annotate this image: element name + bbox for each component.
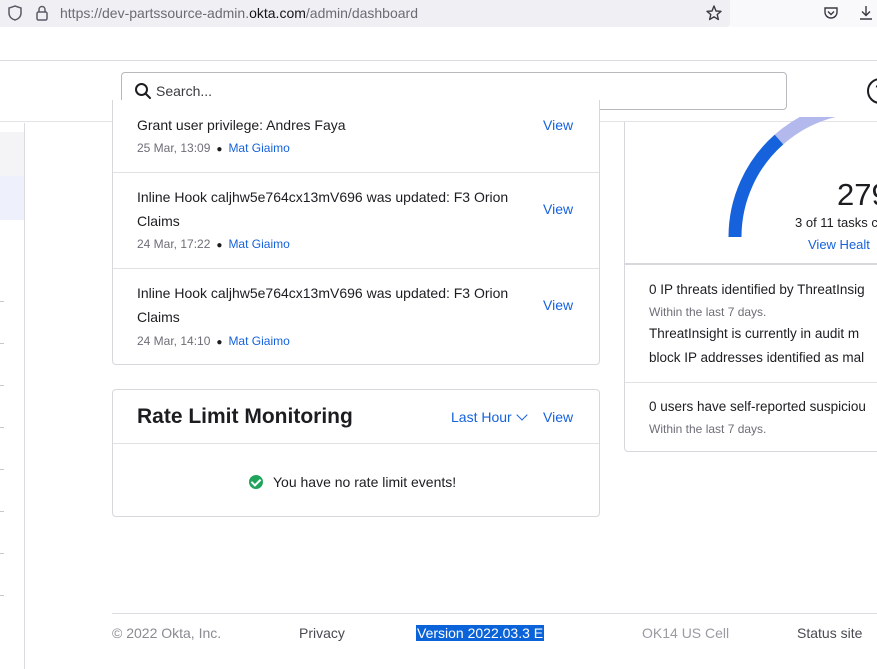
event-row: Inline Hook caljhw5e764cx13mV696 was upd… (113, 268, 599, 364)
url-text[interactable]: https://dev-partssource-admin.okta.com/a… (60, 5, 418, 21)
bookmark-star-icon[interactable] (705, 4, 723, 22)
divider (113, 443, 599, 444)
ip-threats-body-line: block IP addresses identified as mal (649, 350, 865, 365)
event-title: Inline Hook caljhw5e764cx13mV696 was upd… (137, 285, 509, 325)
sidebar-marker (0, 469, 4, 470)
empty-state: You have no rate limit events! (249, 473, 456, 490)
event-row: Inline Hook caljhw5e764cx13mV696 was upd… (113, 172, 599, 268)
chevron-down-icon (516, 409, 528, 421)
event-view-link[interactable]: View (543, 117, 573, 133)
view-health-link[interactable]: View Healt (808, 237, 870, 252)
rate-limit-card: Rate Limit Monitoring Last Hour View You… (112, 389, 600, 517)
ip-threats-subtitle: Within the last 7 days. (649, 305, 767, 319)
browser-toolbar: https://dev-partssource-admin.okta.com/a… (0, 0, 877, 27)
ip-threats-title: 0 IP threats identified by ThreatInsig (649, 282, 865, 297)
sidebar-marker (0, 301, 4, 302)
suspicious-users-subtitle: Within the last 7 days. (649, 422, 767, 436)
rate-limit-title: Rate Limit Monitoring (137, 405, 353, 428)
event-time: 24 Mar, 17:22 (137, 237, 211, 251)
suspicious-users-title: 0 users have self-reported suspiciou (649, 399, 866, 414)
sidebar (0, 123, 25, 669)
event-row: Grant user privilege: Andres Faya 25 Mar… (113, 100, 599, 173)
event-time: 25 Mar, 13:09 (137, 141, 211, 155)
footer: © 2022 Okta, Inc. Privacy Version 2022.0… (112, 613, 877, 653)
sidebar-marker (0, 427, 4, 428)
ip-threats-section: 0 IP threats identified by ThreatInsig W… (625, 265, 877, 383)
system-log-card: Grant user privilege: Andres Faya 25 Mar… (112, 100, 600, 365)
event-actor-link[interactable]: Mat Giaimo (228, 237, 289, 251)
pocket-icon[interactable] (822, 4, 840, 22)
url-prefix: https://dev-partssource-admin. (60, 5, 250, 21)
health-tasks: 3 of 11 tasks c (795, 215, 877, 230)
sidebar-item[interactable] (0, 132, 24, 176)
event-meta: 24 Mar, 17:22 ● Mat Giaimo (137, 237, 290, 251)
lock-icon[interactable] (33, 4, 51, 22)
footer-version: Version 2022.03.3 E (416, 625, 545, 641)
footer-cell: OK14 US Cell (642, 625, 730, 641)
footer-status-link[interactable]: Status site (797, 625, 862, 641)
health-card: 279 3 of 11 tasks c View Healt (624, 117, 877, 264)
empty-message: You have no rate limit events! (273, 474, 457, 490)
address-bar[interactable]: https://dev-partssource-admin.okta.com/a… (0, 0, 730, 27)
time-range-label: Last Hour (451, 409, 512, 425)
sidebar-marker (0, 511, 4, 512)
gauge-fill (728, 134, 784, 238)
threat-card: 0 IP threats identified by ThreatInsig W… (624, 264, 877, 452)
download-icon[interactable] (857, 4, 875, 22)
event-meta: 25 Mar, 13:09 ● Mat Giaimo (137, 141, 290, 155)
suspicious-users-section: 0 users have self-reported suspiciou Wit… (625, 383, 877, 453)
footer-copyright: © 2022 Okta, Inc. (112, 625, 222, 641)
help-icon[interactable]: ? (867, 78, 877, 104)
event-view-link[interactable]: View (543, 297, 573, 313)
rate-limit-view-link[interactable]: View (543, 409, 573, 425)
sidebar-marker (0, 343, 4, 344)
check-circle-icon (249, 475, 263, 489)
health-score: 279 (837, 177, 877, 212)
event-actor-link[interactable]: Mat Giaimo (228, 141, 289, 155)
shield-icon[interactable] (6, 4, 24, 22)
time-range-dropdown[interactable]: Last Hour (451, 409, 528, 425)
event-view-link[interactable]: View (543, 201, 573, 217)
url-path: /admin/dashboard (305, 5, 418, 21)
event-time: 24 Mar, 14:10 (137, 334, 211, 348)
footer-privacy-link[interactable]: Privacy (299, 625, 345, 641)
sidebar-marker (0, 553, 4, 554)
event-actor-link[interactable]: Mat Giaimo (228, 334, 289, 348)
sidebar-item-active[interactable] (0, 176, 24, 220)
ip-threats-body-line: ThreatInsight is currently in audit m (649, 326, 860, 341)
sidebar-marker (0, 385, 4, 386)
url-domain: okta.com (249, 5, 306, 21)
event-meta: 24 Mar, 14:10 ● Mat Giaimo (137, 334, 290, 348)
search-icon (135, 83, 151, 99)
event-title: Grant user privilege: Andres Faya (137, 117, 346, 133)
event-title: Inline Hook caljhw5e764cx13mV696 was upd… (137, 189, 509, 229)
sidebar-marker (0, 595, 4, 596)
